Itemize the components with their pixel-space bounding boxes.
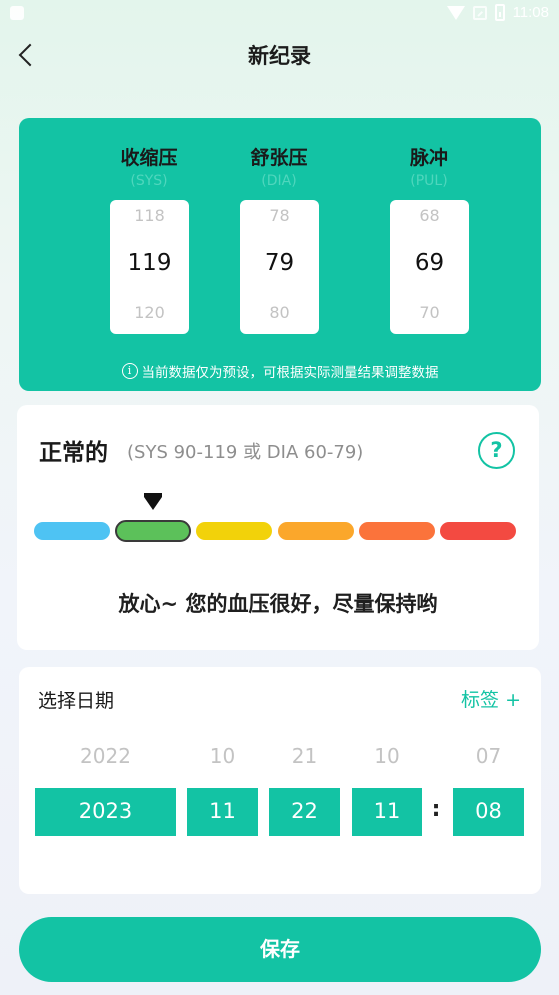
status-title: 正常的 (39, 440, 108, 466)
add-tag-button[interactable]: 标签 + (461, 685, 521, 712)
notification-icon (10, 6, 24, 20)
minute-picker[interactable]: 08 (453, 788, 524, 836)
no-sim-icon (472, 5, 487, 20)
pul-sublabel: (PUL) (410, 173, 448, 189)
help-icon[interactable]: ? (478, 432, 515, 469)
bp-level-scale (34, 520, 516, 542)
dia-prev-value[interactable]: 78 (240, 206, 319, 225)
indicator-arrow-icon (144, 493, 162, 510)
status-range: (SYS 90-119 或 DIA 60-79) (127, 442, 364, 463)
sys-next-value[interactable]: 120 (110, 303, 189, 322)
scale-segment-3 (196, 522, 273, 540)
pul-next-value[interactable]: 70 (390, 303, 469, 322)
scale-segment-1 (34, 522, 111, 540)
sys-label: 收缩压 (120, 147, 178, 169)
date-title: 选择日期 (38, 690, 115, 712)
notice-text: 当前数据仅为预设，可根据实际测量结果调整数据 (141, 365, 439, 381)
month-picker[interactable]: 11 (187, 788, 258, 836)
time-separator: : (431, 797, 441, 822)
hour-prev[interactable]: 10 (352, 744, 422, 768)
sys-prev-value[interactable]: 118 (110, 206, 189, 225)
scale-segment-5 (358, 522, 435, 540)
dia-label: 舒张压 (250, 147, 308, 169)
dia-next-value[interactable]: 80 (240, 303, 319, 322)
bp-status-card: 正常的 (SYS 90-119 或 DIA 60-79) ? 放心~ 您的血压很… (17, 405, 539, 650)
year-prev[interactable]: 2022 (35, 744, 176, 768)
sys-current-value[interactable]: 119 (110, 250, 189, 276)
year-picker[interactable]: 2023 (35, 788, 176, 836)
hour-picker[interactable]: 11 (352, 788, 422, 836)
status-time: 11:08 (512, 4, 549, 21)
info-icon: i (121, 363, 138, 379)
dia-current-value[interactable]: 79 (240, 250, 319, 276)
scale-segment-2 (115, 520, 192, 542)
status-icons: 11:08 (446, 4, 549, 21)
dia-picker[interactable]: 78 79 80 (240, 200, 319, 334)
status-bar: 11:08 (0, 0, 559, 30)
status-message: 放心~ 您的血压很好，尽量保持哟 (118, 592, 438, 616)
preset-notice: i 当前数据仅为预设，可根据实际测量结果调整数据 (19, 361, 541, 381)
wifi-icon (446, 5, 465, 20)
header: 新纪录 (0, 30, 559, 80)
save-button[interactable]: 保存 (19, 917, 541, 982)
pul-picker[interactable]: 68 69 70 (390, 200, 469, 334)
day-picker[interactable]: 22 (269, 788, 340, 836)
battery-icon (494, 4, 505, 21)
day-prev[interactable]: 21 (269, 744, 340, 768)
sys-picker[interactable]: 118 119 120 (110, 200, 189, 334)
minute-prev[interactable]: 07 (453, 744, 524, 768)
bp-input-card: 收缩压 (SYS) 118 119 120 舒张压 (DIA) 78 79 80… (19, 118, 541, 391)
date-card: 选择日期 标签 + 2022 10 21 10 07 2023 11 22 11… (19, 667, 541, 894)
sys-sublabel: (SYS) (130, 173, 168, 189)
pul-current-value[interactable]: 69 (390, 250, 469, 276)
pul-prev-value[interactable]: 68 (390, 206, 469, 225)
dia-sublabel: (DIA) (261, 173, 297, 189)
scale-segment-4 (277, 522, 354, 540)
page-title: 新纪录 (248, 44, 311, 68)
scale-segment-6 (439, 522, 516, 540)
pul-label: 脉冲 (409, 147, 448, 169)
month-prev[interactable]: 10 (187, 744, 258, 768)
